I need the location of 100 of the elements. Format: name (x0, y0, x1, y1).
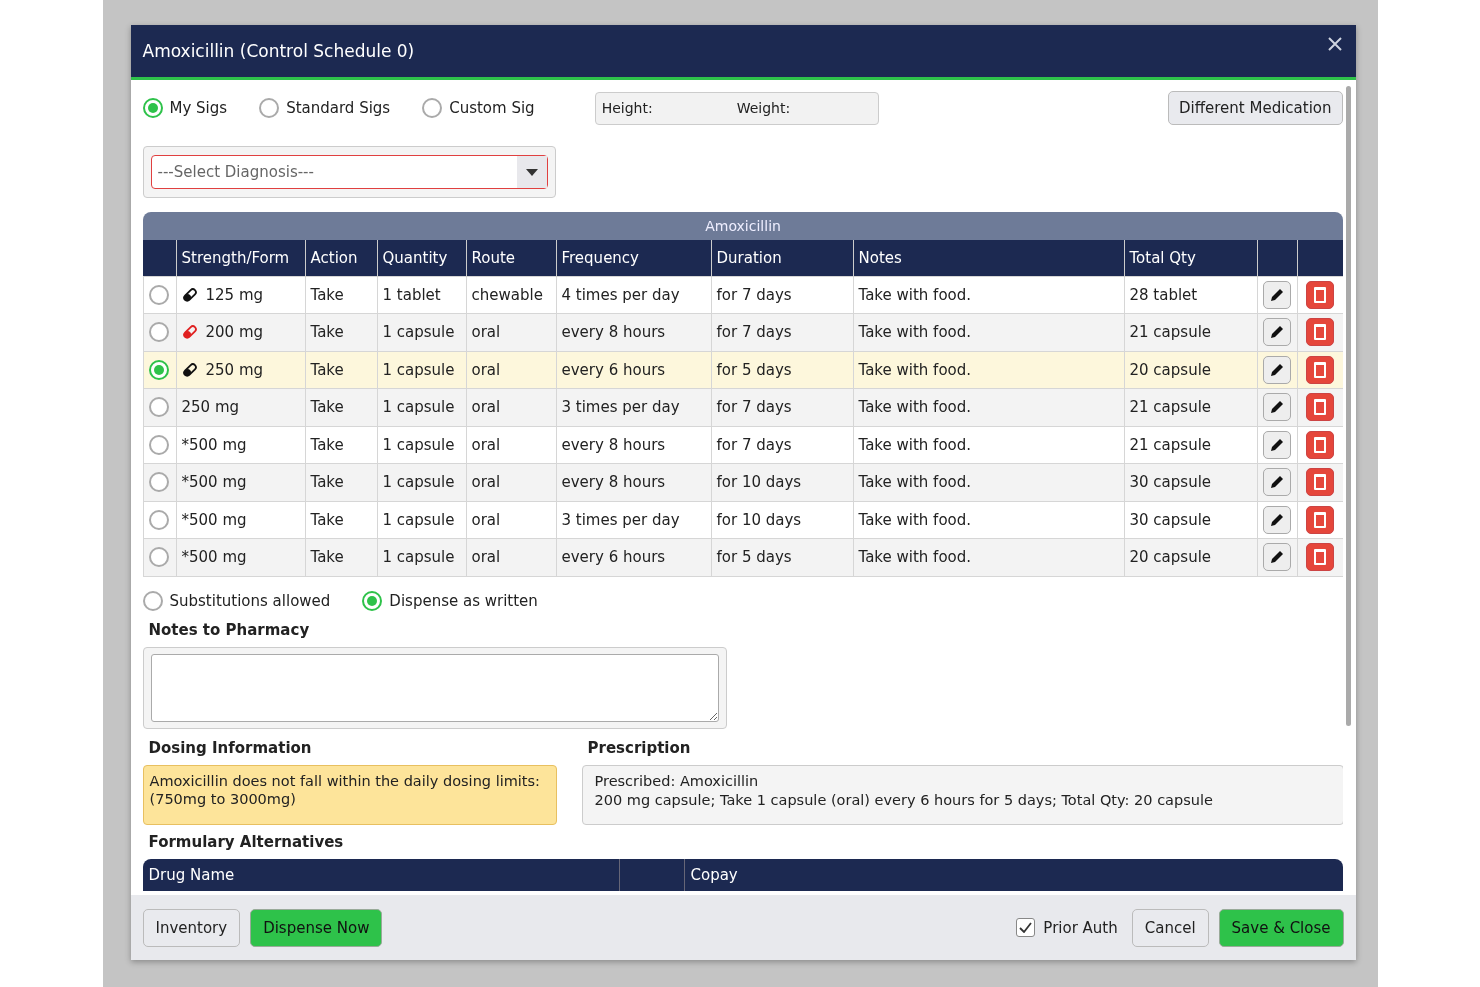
radio-button[interactable] (148, 397, 169, 418)
edit-button[interactable] (1263, 468, 1291, 497)
table-cell: 30 capsule (1129, 510, 1212, 529)
edit-button[interactable] (1263, 393, 1291, 422)
table-cell: 1 capsule (382, 398, 455, 417)
table-cell: 125 mg (205, 285, 264, 304)
table-cell: 1 capsule (382, 360, 455, 379)
pencil-icon (1269, 324, 1285, 341)
table-cell: 250 mg (205, 360, 264, 379)
edit-button[interactable] (1263, 430, 1291, 459)
table-cell: Take (310, 360, 344, 379)
table-cell: chewable (471, 285, 543, 304)
table-cell: 1 capsule (382, 473, 455, 492)
check-icon (1019, 922, 1033, 933)
column-header: Strength/Form (176, 240, 305, 276)
table-row[interactable]: *500 mg Take 1 capsule oral 3 times per day for 10 days Take with food. 30 capsule (143, 501, 1343, 539)
table-cell: Take (310, 435, 344, 454)
delete-button[interactable] (1306, 280, 1335, 309)
table-cell: 1 tablet (382, 285, 441, 304)
radio-label: Dispense as written (389, 591, 538, 610)
table-row[interactable]: *500 mg Take 1 capsule oral every 8 hours for 7 days Take with food. 21 capsule (143, 426, 1343, 464)
dispense-button[interactable]: Dispense Now (250, 908, 383, 947)
radio-button[interactable] (148, 322, 169, 343)
table-cell: for 7 days (716, 435, 792, 454)
table-cell: 3 times per day (561, 398, 680, 417)
radio-button[interactable] (142, 98, 163, 118)
radio-button[interactable] (148, 509, 169, 530)
delete-button[interactable] (1306, 505, 1335, 534)
table-row[interactable]: *500 mg Take 1 capsule oral every 6 hours for 5 days Take with food. 20 capsule (143, 538, 1343, 576)
trash-icon (1313, 473, 1328, 492)
table-row[interactable]: 200 mg Take 1 capsule oral every 8 hours for 7 days Take with food. 21 capsule (143, 313, 1343, 351)
column-header: Total Qty (1124, 240, 1257, 276)
column-header: Drug Name (142, 858, 620, 891)
prescription-text: Prescribed: Amoxicillin (594, 771, 760, 791)
radio-button[interactable] (142, 590, 163, 611)
table-row[interactable]: 250 mg Take 1 capsule oral every 6 hours for 5 days Take with food. 20 capsule (143, 351, 1343, 389)
table-cell: Take (310, 473, 344, 492)
radio-label: Standard Sigs (286, 99, 391, 117)
table-cell: Take with food. (858, 473, 972, 492)
table-cell: oral (471, 360, 501, 379)
column-header: Duration (711, 240, 853, 276)
table-cell: 28 tablet (1129, 285, 1198, 304)
radio-label: Custom Sig (449, 99, 535, 117)
delete-button[interactable] (1306, 468, 1335, 497)
table-row[interactable]: *500 mg Take 1 capsule oral every 8 hours for 10 days Take with food. 30 capsule (143, 463, 1343, 501)
radio-button[interactable] (148, 547, 169, 568)
edit-button[interactable] (1263, 318, 1291, 347)
table-cell: 20 capsule (1129, 360, 1212, 379)
table-cell: Take with food. (858, 435, 972, 454)
delete-button[interactable] (1306, 355, 1335, 384)
trash-icon (1313, 323, 1328, 342)
table-cell: oral (471, 510, 501, 529)
radio-button[interactable] (259, 98, 280, 118)
diagnosis-dropdown[interactable]: ---Select Diagnosis--- (150, 155, 548, 189)
trash-icon (1313, 398, 1328, 417)
table-cell: for 7 days (716, 323, 792, 342)
table-cell: Take (310, 398, 344, 417)
table-cell: Take (310, 323, 344, 342)
radio-button[interactable] (422, 98, 443, 118)
radio-button[interactable] (362, 590, 383, 611)
edit-button[interactable] (1263, 543, 1291, 572)
table-cell: Take with food. (858, 548, 972, 567)
edit-button[interactable] (1263, 280, 1291, 309)
column-header: Quantity (377, 240, 466, 276)
save-button[interactable]: Save & Close (1218, 908, 1344, 947)
delete-button[interactable] (1306, 318, 1335, 347)
radio-button[interactable] (148, 284, 169, 305)
pencil-icon (1269, 436, 1285, 453)
table-cell: Take with food. (858, 510, 972, 529)
weight-label: Weight: (736, 100, 791, 116)
radio-button[interactable] (148, 472, 169, 493)
table-row[interactable]: 125 mg Take 1 tablet chewable 4 times per day for 7 days Take with food. 28 tablet (143, 276, 1343, 314)
different-medication-button[interactable]: Different Medication (1167, 91, 1343, 125)
scrollbar[interactable] (1345, 86, 1351, 726)
trash-icon (1313, 285, 1328, 304)
inventory-button[interactable]: Inventory (142, 908, 241, 947)
pencil-icon (1269, 361, 1285, 378)
trash-icon (1313, 548, 1328, 567)
column-header: Action (305, 240, 377, 276)
table-cell: Take with food. (858, 285, 972, 304)
table-cell: Take with food. (858, 360, 972, 379)
edit-button[interactable] (1263, 355, 1291, 384)
table-cell: every 6 hours (561, 360, 666, 379)
checkbox[interactable] (1016, 918, 1036, 937)
delete-button[interactable] (1306, 543, 1335, 572)
radio-button[interactable] (148, 359, 169, 380)
section-label: Dosing Information (147, 738, 313, 757)
delete-button[interactable] (1306, 393, 1335, 422)
caret-icon (525, 168, 538, 176)
table-row[interactable]: 250 mg Take 1 capsule oral 3 times per day for 7 days Take with food. 21 capsule (143, 388, 1343, 426)
delete-button[interactable] (1306, 430, 1335, 459)
edit-button[interactable] (1263, 505, 1291, 534)
radio-button[interactable] (148, 434, 169, 455)
table-cell: for 10 days (716, 473, 802, 492)
notes-field[interactable] (150, 653, 719, 722)
close-button[interactable] (1325, 35, 1344, 53)
table-cell: 1 capsule (382, 323, 455, 342)
column-header: Route (466, 240, 556, 276)
cancel-button[interactable]: Cancel (1131, 908, 1209, 947)
pencil-icon (1269, 511, 1285, 528)
